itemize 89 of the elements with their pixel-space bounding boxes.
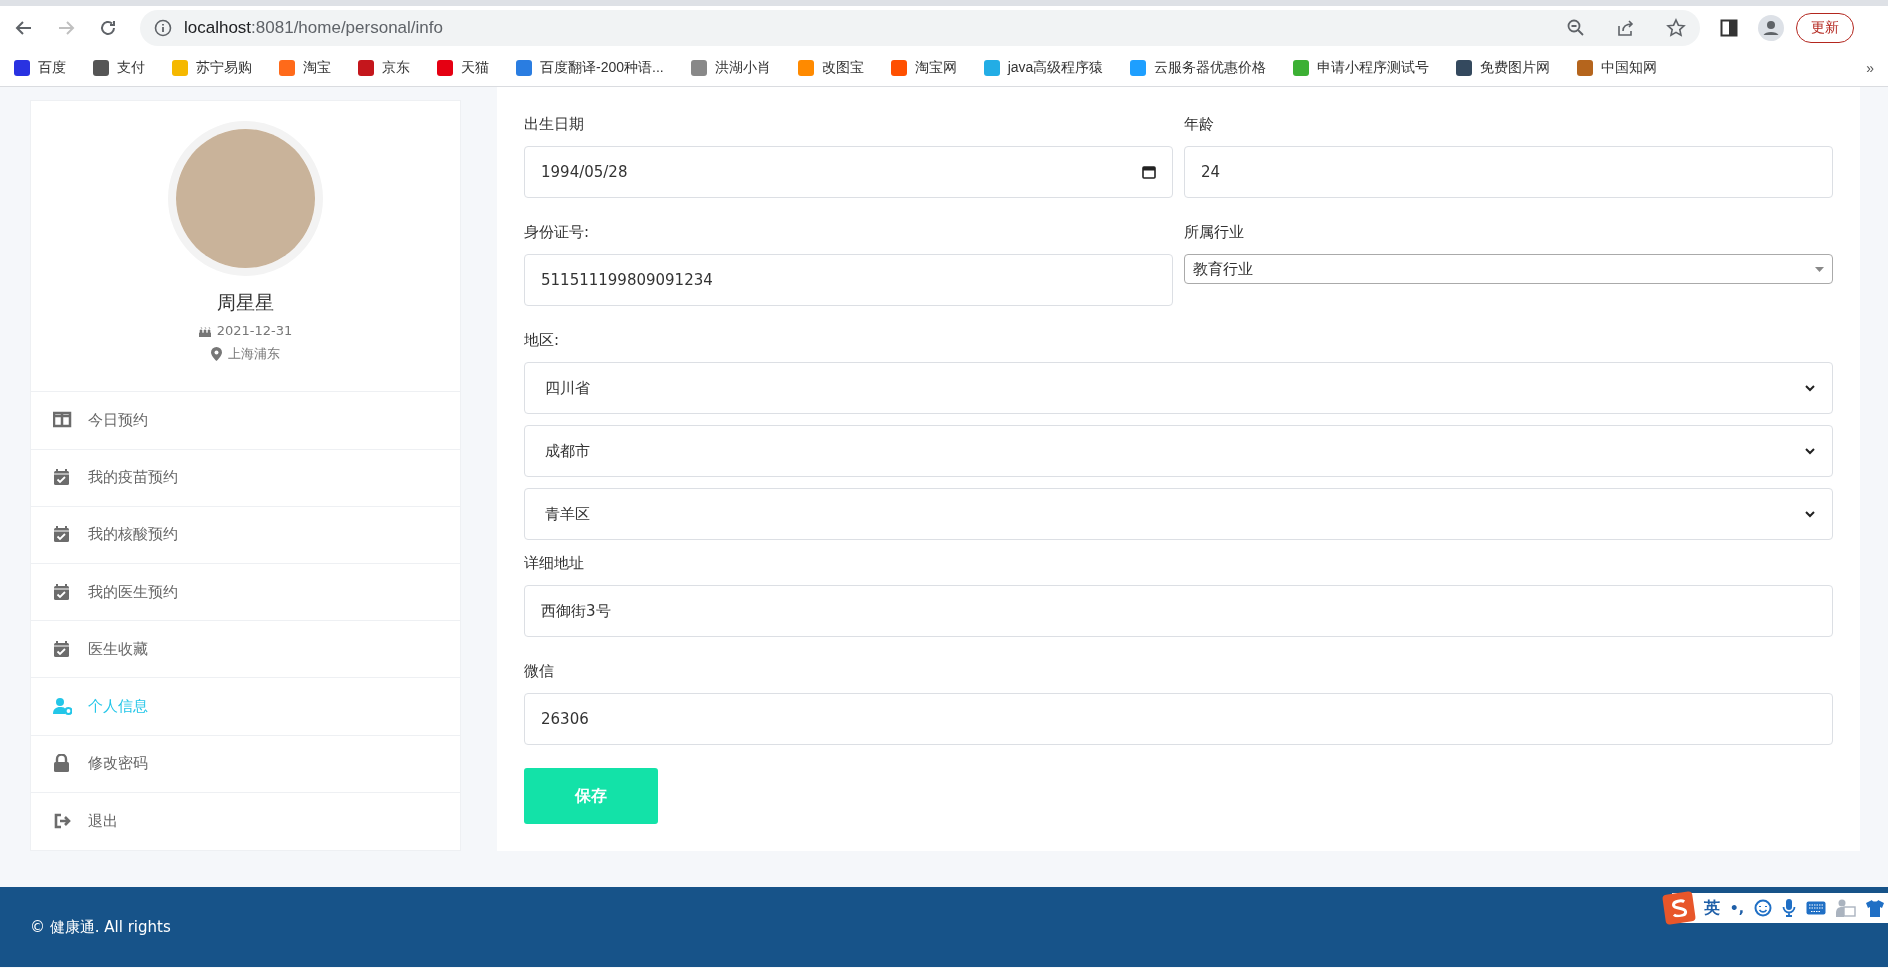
bookmark-link[interactable]: 洪湖小肖 [690, 59, 771, 77]
date-input[interactable]: 1994/05/28 [524, 146, 1173, 198]
bookmark-link[interactable]: 苏宁易购 [172, 59, 252, 77]
address-bar[interactable]: localhost:8081/home/personal/info [140, 10, 1700, 46]
bookmark-link[interactable]: 淘宝 [279, 59, 331, 77]
field-label: 身份证号: [524, 222, 591, 243]
reload-icon[interactable] [98, 18, 118, 38]
favicon-icon [358, 60, 374, 76]
sidebar-menu-item[interactable]: 我的医生预约 [31, 564, 460, 622]
sidebar-menu-item[interactable]: 今日预约 [31, 392, 460, 450]
url-text: localhost:8081/home/personal/info [184, 18, 443, 38]
bookmark-link[interactable]: 中国知网 [1577, 59, 1658, 77]
zoom-out-icon[interactable] [1566, 18, 1586, 38]
share-icon[interactable] [1616, 18, 1636, 38]
favicon-icon [1293, 60, 1310, 76]
favicon-icon [516, 60, 532, 76]
sidebar-menu-item[interactable]: 退出 [31, 792, 460, 850]
calendar-check-icon [53, 582, 72, 602]
bookmark-link[interactable]: 天猫 [437, 59, 489, 77]
select-field[interactable]: 成都市 [524, 425, 1833, 477]
copyright-text: © 健康通. All rights [30, 917, 171, 937]
text-input[interactable]: 26306 [524, 693, 1833, 745]
bookmark-link[interactable]: 支付 [93, 59, 145, 77]
favicon-icon [1577, 60, 1594, 76]
bookmark-link[interactable]: 百度 [14, 59, 66, 77]
bookmark-link[interactable]: 淘宝网 [890, 59, 957, 77]
calendar-icon[interactable] [1142, 165, 1156, 179]
bookmark-link[interactable]: 免费图片网 [1456, 59, 1551, 77]
bookmark-link[interactable]: 改图宝 [797, 59, 864, 77]
tshirt-icon[interactable] [1866, 899, 1884, 917]
text-input[interactable]: 24 [1184, 146, 1833, 198]
favicon-icon [14, 60, 30, 76]
field-label: 微信 [524, 661, 555, 682]
side-panel-icon[interactable] [1720, 19, 1738, 37]
favicon-icon [279, 60, 295, 76]
chevron-down-icon [1804, 382, 1816, 394]
favicon-icon [93, 60, 109, 76]
favicon-icon [890, 60, 907, 76]
dropdown-triangle-icon [1815, 266, 1824, 272]
chevron-down-icon [1804, 445, 1816, 457]
update-button[interactable]: 更新 [1796, 13, 1854, 43]
favicon-icon [172, 60, 188, 76]
info-icon [154, 19, 172, 37]
text-input[interactable]: 511511199809091234 [524, 254, 1173, 306]
field-label: 所属行业 [1184, 222, 1245, 243]
smiley-icon[interactable] [1754, 899, 1772, 917]
bookmark-link[interactable]: 申请小程序测试号 [1293, 59, 1430, 77]
sidebar-menu-item[interactable]: 我的核酸预约 [31, 506, 460, 565]
favicon-icon [1456, 60, 1473, 76]
bookmark-link[interactable]: java高级程序猿 [983, 59, 1104, 77]
location-pin-icon [211, 347, 222, 361]
user-gear-icon [53, 697, 72, 716]
logout-icon [53, 811, 72, 831]
profile-avatar-icon[interactable] [1758, 15, 1784, 41]
select-field[interactable]: 四川省 [524, 362, 1833, 414]
ime-punctuation-text[interactable]: •, [1729, 900, 1744, 916]
field-label: 年龄 [1184, 114, 1215, 135]
field-label: 出生日期 [524, 114, 585, 135]
ime-mode-text[interactable]: 英 [1703, 897, 1720, 919]
text-input[interactable]: 西御街3号 [524, 585, 1833, 637]
profile-date: 2021-12-31 [216, 323, 293, 338]
keyboard-icon[interactable] [1806, 901, 1826, 915]
bookmark-link[interactable]: 百度翻译-200种语... [516, 59, 664, 77]
sidebar-menu-item[interactable]: 医生收藏 [31, 621, 460, 679]
cake-icon [198, 324, 211, 337]
profile-location: 上海浦东 [228, 345, 280, 363]
favicon-icon [797, 60, 814, 76]
profile-name: 周星星 [217, 290, 274, 315]
more-bookmarks-button[interactable]: » [1866, 60, 1874, 76]
favicon-icon [1130, 60, 1147, 76]
field-label: 地区: [524, 330, 561, 351]
select-field[interactable]: 青羊区 [524, 488, 1833, 540]
calendar-check-icon [53, 525, 72, 545]
favicon-icon [690, 60, 707, 76]
microphone-icon[interactable] [1782, 899, 1796, 917]
favicon-icon [983, 60, 1000, 76]
s-glyph-icon [1669, 897, 1688, 919]
field-label: 详细地址 [524, 553, 585, 574]
chevron-down-icon [1804, 508, 1816, 520]
lock-icon [53, 754, 72, 774]
sidebar-menu-item[interactable]: 修改密码 [31, 735, 460, 793]
bookmark-link[interactable]: 云服务器优惠价格 [1130, 59, 1267, 77]
favicon-icon [437, 60, 453, 76]
sidebar-menu-item[interactable]: 我的疫苗预约 [31, 449, 460, 507]
star-icon[interactable] [1666, 18, 1686, 38]
bookmark-link[interactable]: 京东 [358, 59, 410, 77]
industry-dropdown[interactable]: 教育行业 [1184, 254, 1833, 284]
calendar-check-icon [53, 468, 72, 488]
calendar-check-icon [53, 639, 72, 659]
